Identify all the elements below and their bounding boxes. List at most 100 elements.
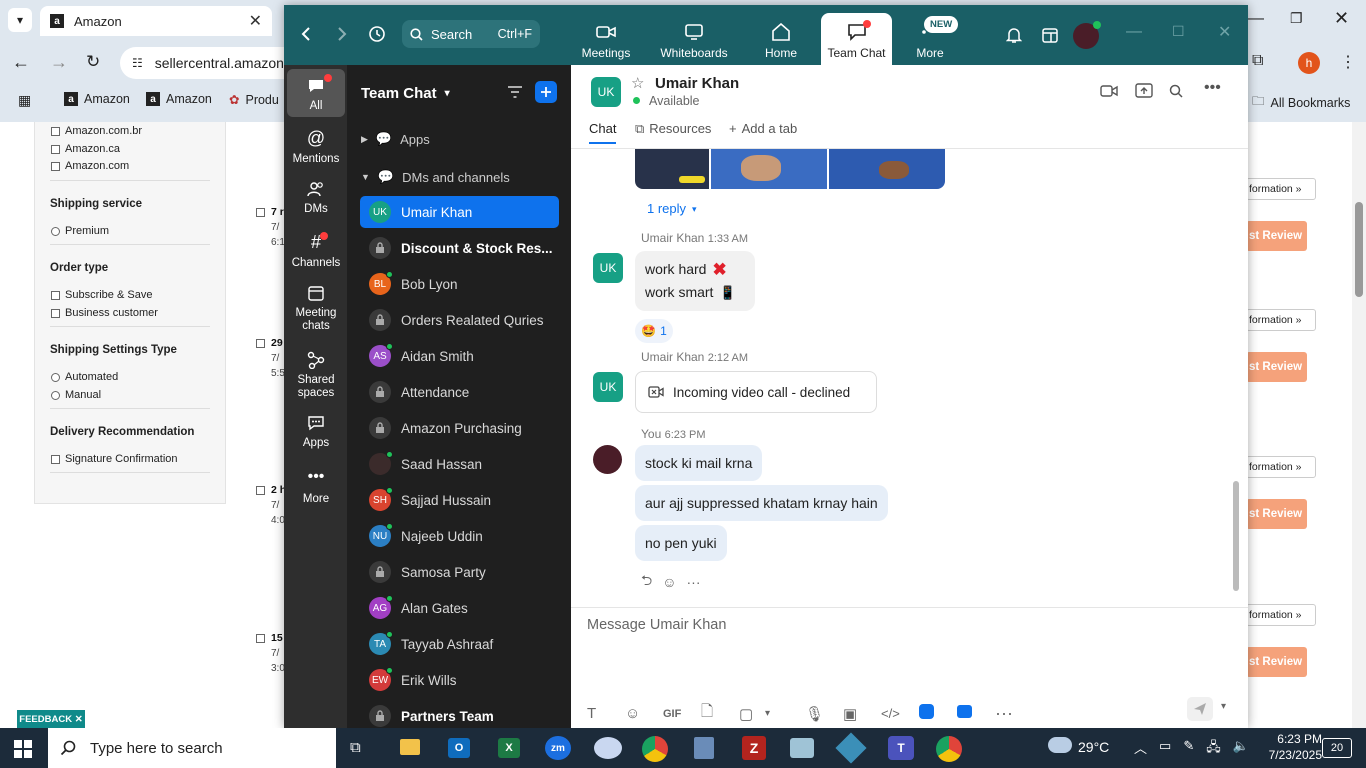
more-options-icon[interactable]: ••• (1204, 79, 1221, 97)
thread-reply-link[interactable]: 1 reply ▾ (647, 201, 697, 217)
contact-name[interactable]: Umair Khan (655, 75, 739, 92)
close-icon[interactable]: ✕ (1218, 22, 1231, 42)
tab-list-button[interactable]: ▾ (8, 8, 32, 32)
notifications-bell-icon[interactable] (1004, 25, 1024, 45)
browser-menu-icon[interactable]: ⋮ (1340, 52, 1356, 72)
maximize-icon[interactable]: ☐ (1172, 23, 1185, 40)
list-item[interactable]: UK Umair Khan (360, 196, 559, 228)
filter-option[interactable]: Premium (51, 225, 109, 237)
send-options-chevron-icon[interactable]: ▾ (1221, 701, 1226, 712)
calendar-icon[interactable] (1040, 25, 1060, 45)
back-icon[interactable] (296, 23, 316, 45)
message-bubble[interactable]: no pen yuki (635, 525, 727, 561)
tab-resources[interactable]: ⧉ Resources (635, 121, 711, 137)
video-message-icon[interactable]: ▣ (843, 705, 881, 723)
list-item[interactable]: Orders Realated Quries (360, 304, 559, 336)
tab-team-chat[interactable]: Team Chat (821, 13, 892, 65)
calculator-icon[interactable] (694, 737, 714, 759)
list-item[interactable]: Discount & Stock Res... (360, 232, 559, 264)
tab-home[interactable]: Home (756, 13, 806, 65)
task-view-icon[interactable]: ⧉ (350, 739, 361, 756)
extensions-icon[interactable]: ⧉ (1252, 52, 1263, 70)
taskbar-search[interactable]: Type here to search (48, 728, 336, 768)
bookmark-item[interactable]: a Amazon (146, 92, 212, 106)
emoji-icon[interactable]: ☺ (625, 705, 663, 722)
text-format-icon[interactable]: T (587, 705, 625, 722)
file-explorer-icon[interactable] (400, 739, 420, 755)
filter-option[interactable]: Signature Confirmation (51, 453, 178, 465)
filter-option[interactable]: Amazon.com (51, 160, 129, 172)
image-thumbnail[interactable] (635, 149, 709, 189)
rail-item-dms[interactable]: DMs (287, 181, 345, 225)
filter-option[interactable]: Manual (51, 389, 101, 401)
search-icon[interactable] (1169, 84, 1183, 98)
app-icon[interactable] (919, 704, 957, 723)
close-browser-icon[interactable]: ✕ (1334, 8, 1349, 29)
chat-scrollbar[interactable] (1233, 151, 1239, 591)
reaction-pill[interactable]: 🤩 1 (635, 319, 673, 343)
tab-chat[interactable]: Chat (589, 121, 617, 144)
request-review-button[interactable]: st Review (1246, 647, 1307, 677)
order-checkbox[interactable] (256, 634, 265, 643)
restore-browser-icon[interactable]: ❐ (1290, 10, 1303, 27)
filter-option[interactable]: Automated (51, 371, 118, 383)
microphone-icon[interactable]: 🎙 (805, 705, 843, 723)
notes-icon[interactable] (790, 738, 814, 758)
screenshot-icon[interactable]: ▢ (739, 705, 765, 723)
profile-avatar[interactable]: h (1298, 52, 1320, 74)
windows-start-icon[interactable] (14, 740, 32, 758)
filter-option[interactable]: Amazon.ca (51, 143, 120, 155)
add-reaction-icon[interactable]: ☺ (662, 574, 676, 590)
request-review-button[interactable]: st Review (1246, 352, 1307, 382)
rail-item-mentions[interactable]: @ Mentions (287, 129, 345, 173)
back-icon[interactable]: ← (12, 52, 30, 73)
forward-icon[interactable]: → (50, 52, 68, 73)
gif-button[interactable]: GIF (663, 708, 701, 720)
file-icon[interactable]: 🗋 (701, 701, 739, 726)
image-thumbnail[interactable] (711, 149, 827, 189)
browser-tab[interactable]: a Amazon ✕ (40, 6, 272, 36)
list-item[interactable]: BL Bob Lyon (360, 268, 559, 300)
list-item[interactable]: NU Najeeb Uddin (360, 520, 559, 552)
filter-option[interactable]: Business customer (51, 307, 158, 319)
minimize-browser-icon[interactable]: — (1248, 10, 1264, 28)
rail-item-more[interactable]: ••• More (287, 469, 345, 513)
code-icon[interactable]: </> (881, 706, 919, 721)
page-scrollbar[interactable] (1352, 122, 1366, 728)
list-item[interactable]: Partners Team (360, 700, 559, 728)
weather-temp[interactable]: 29°C (1078, 739, 1109, 755)
zoom-app-icon[interactable]: zm (545, 736, 571, 760)
feedback-button[interactable]: FEEDBACK ✕ (17, 710, 85, 728)
message-bubble[interactable]: stock ki mail krna (635, 445, 763, 481)
forward-icon[interactable] (332, 23, 352, 45)
filezilla-icon[interactable]: Z (742, 736, 766, 760)
battery-icon[interactable]: ▭ (1159, 738, 1171, 760)
video-call-icon[interactable] (1100, 84, 1118, 98)
tab-meetings[interactable]: Meetings (572, 13, 640, 65)
apps-grid-icon[interactable]: ▦ (18, 92, 31, 109)
section-apps[interactable]: ▶ 💬 Apps (361, 131, 430, 147)
more-actions-icon[interactable]: ··· (687, 574, 701, 590)
message-bubble[interactable]: work hard ✖ work smart 📱 (635, 251, 755, 311)
list-item[interactable]: TA Tayyab Ashraaf (360, 628, 559, 660)
add-tab-button[interactable]: + Add a tab (729, 121, 797, 136)
list-item[interactable]: Samosa Party (360, 556, 559, 588)
message-bubble[interactable]: aur ajj suppressed khatam krnay hain (635, 485, 888, 521)
chevron-down-icon[interactable]: ▾ (765, 708, 805, 719)
order-checkbox[interactable] (256, 339, 265, 348)
pen-icon[interactable]: ✎ (1183, 738, 1194, 760)
filter-option[interactable]: Subscribe & Save (51, 289, 152, 301)
all-bookmarks[interactable]: 🗀 All Bookmarks (1252, 92, 1350, 113)
user-avatar[interactable] (1073, 21, 1101, 49)
excel-icon[interactable]: X (498, 738, 520, 758)
list-item[interactable]: AG Alan Gates (360, 592, 559, 624)
notifications-count[interactable]: 20 (1322, 738, 1352, 758)
rail-item-all[interactable]: All (287, 69, 345, 117)
rail-item-apps[interactable]: Apps (287, 415, 345, 459)
more-information-dropdown[interactable]: formation » (1246, 604, 1316, 626)
weather-icon[interactable] (1048, 737, 1072, 753)
list-item[interactable]: EW Erik Wills (360, 664, 559, 696)
chevron-up-icon[interactable]: ︿ (1134, 738, 1147, 760)
call-card[interactable]: Incoming video call - declined (635, 371, 877, 413)
filter-option[interactable]: Amazon.com.br (51, 125, 142, 137)
